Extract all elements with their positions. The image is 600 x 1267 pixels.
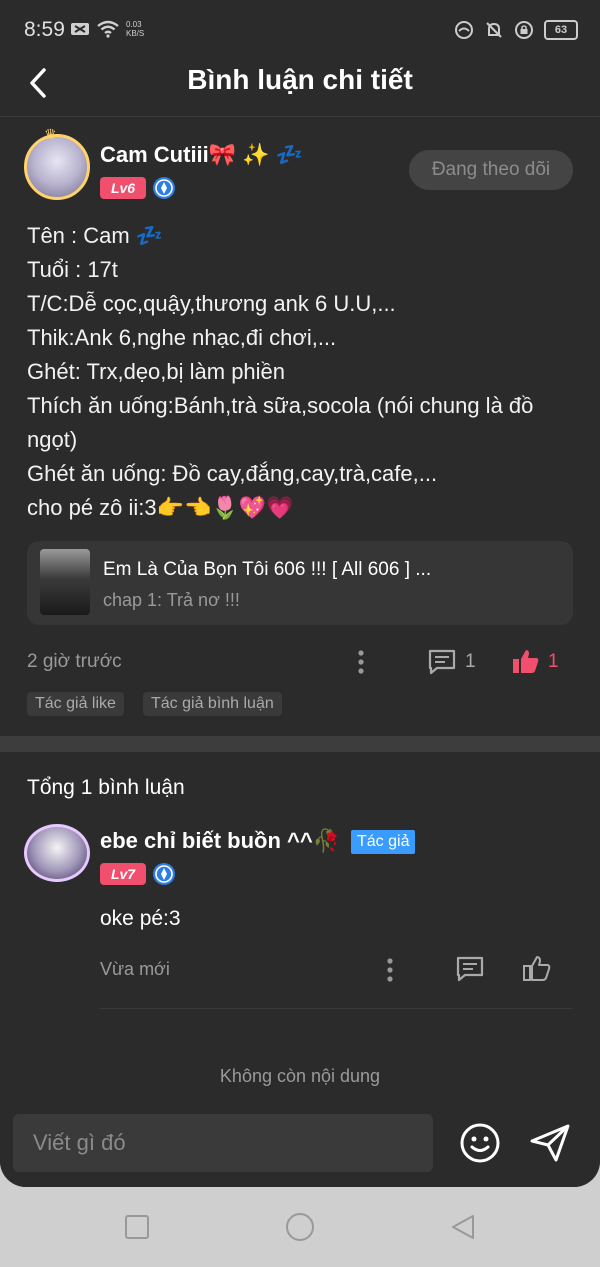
tag-author-comment: Tác giả bình luận	[143, 692, 282, 716]
post-meta-row: 2 giờ trước 1 1	[0, 642, 600, 682]
header: Bình luận chi tiết	[0, 60, 600, 108]
post-line: Tuổi : 17t	[27, 257, 118, 282]
status-bar: 8:59 0.03 KB/S 63	[0, 0, 600, 60]
chapter-thumbnail	[40, 549, 90, 615]
like-count: 1	[548, 651, 559, 672]
comment-composer	[0, 1100, 600, 1187]
reply-text: oke pé:3	[100, 907, 181, 930]
net-speed-unit: KB/S	[126, 29, 145, 38]
following-button[interactable]: Đang theo dõi	[409, 150, 573, 190]
status-time: 8:59	[24, 18, 65, 41]
reply-time: Vừa mới	[100, 959, 170, 979]
level-badge: Lv7	[100, 863, 146, 885]
crown-icon: ♛	[44, 126, 57, 142]
end-of-content: Không còn nội dung	[219, 1066, 381, 1086]
page-title: Bình luận chi tiết	[187, 64, 413, 95]
avatar[interactable]	[24, 824, 90, 882]
back-nav-icon[interactable]	[449, 1213, 477, 1241]
chapter-subtitle: chap 1: Trả nơ !!!	[103, 590, 240, 610]
verified-icon	[153, 863, 175, 885]
section-divider	[0, 736, 600, 752]
chapter-card[interactable]: Em Là Của Bọn Tôi 606 !!! [ All 606 ] ..…	[27, 541, 573, 625]
home-icon[interactable]	[284, 1211, 316, 1243]
tag-author-like: Tác giả like	[27, 692, 124, 716]
status-left-icons: 0.03 KB/S	[70, 20, 144, 38]
system-nav-bar	[0, 1187, 600, 1267]
like-thumb-icon[interactable]	[522, 954, 552, 982]
post-line: T/C:Dễ cọc,quậy,thương ank 6 U.U,...	[27, 291, 396, 316]
comment-input[interactable]	[13, 1114, 433, 1172]
more-options-icon[interactable]	[356, 648, 366, 676]
emoji-icon[interactable]	[459, 1122, 501, 1164]
net-speed: 0.03 KB/S	[126, 20, 144, 38]
comment-icon[interactable]	[427, 648, 457, 676]
post-time: 2 giờ trước	[27, 651, 122, 672]
reply-divider	[100, 1008, 572, 1009]
bell-muted-icon	[486, 22, 502, 38]
battery-indicator: 63	[544, 20, 578, 40]
send-icon[interactable]	[528, 1122, 572, 1164]
post-line: Tên : Cam 💤	[27, 223, 164, 248]
post-username[interactable]: Cam Cutiii🎀 ✨ 💤	[100, 142, 303, 168]
post-line: cho pé zô ii:3👉👈🌷💖💗	[27, 495, 294, 520]
post-line: Thích ăn uống:Bánh,trà sữa,socola (nói c…	[27, 393, 534, 452]
post-line: Ghét: Trx,dẹo,bị làm phiền	[27, 359, 286, 384]
level-badge: Lv6	[100, 177, 146, 199]
reply-comment-icon[interactable]	[455, 955, 485, 983]
post-line: Ghét ăn uống: Đồ cay,đắng,cay,trà,cafe,.…	[27, 461, 438, 486]
post-body: Tên : Cam 💤 Tuổi : 17t T/C:Dễ cọc,quậy,t…	[27, 219, 577, 525]
net-speed-value: 0.03	[126, 20, 142, 29]
reply-username[interactable]: ebe chỉ biết buồn ^^🥀	[100, 828, 340, 854]
post-line: Thik:Ank 6,nghe nhạc,đi chơi,...	[27, 325, 337, 350]
lock-icon	[515, 21, 533, 39]
hotspot-icon	[455, 21, 473, 39]
header-divider	[0, 116, 600, 117]
notification-icon	[71, 23, 89, 35]
author-badge: Tác giả	[351, 830, 416, 854]
liked-thumb-icon[interactable]	[511, 647, 541, 675]
verified-icon	[153, 177, 175, 199]
status-right-icons: 63	[454, 20, 578, 40]
avatar[interactable]	[24, 134, 90, 200]
app-screen: 8:59 0.03 KB/S 63 Bình luận chi tiết ♛ C…	[0, 0, 600, 1187]
comment-count: 1	[465, 651, 476, 672]
more-options-icon[interactable]	[385, 956, 395, 984]
total-comments: Tổng 1 bình luận	[27, 776, 185, 799]
recent-apps-icon[interactable]	[123, 1213, 151, 1241]
chapter-title: Em Là Của Bọn Tôi 606 !!! [ All 606 ] ..…	[103, 559, 432, 580]
wifi-icon	[97, 20, 119, 38]
